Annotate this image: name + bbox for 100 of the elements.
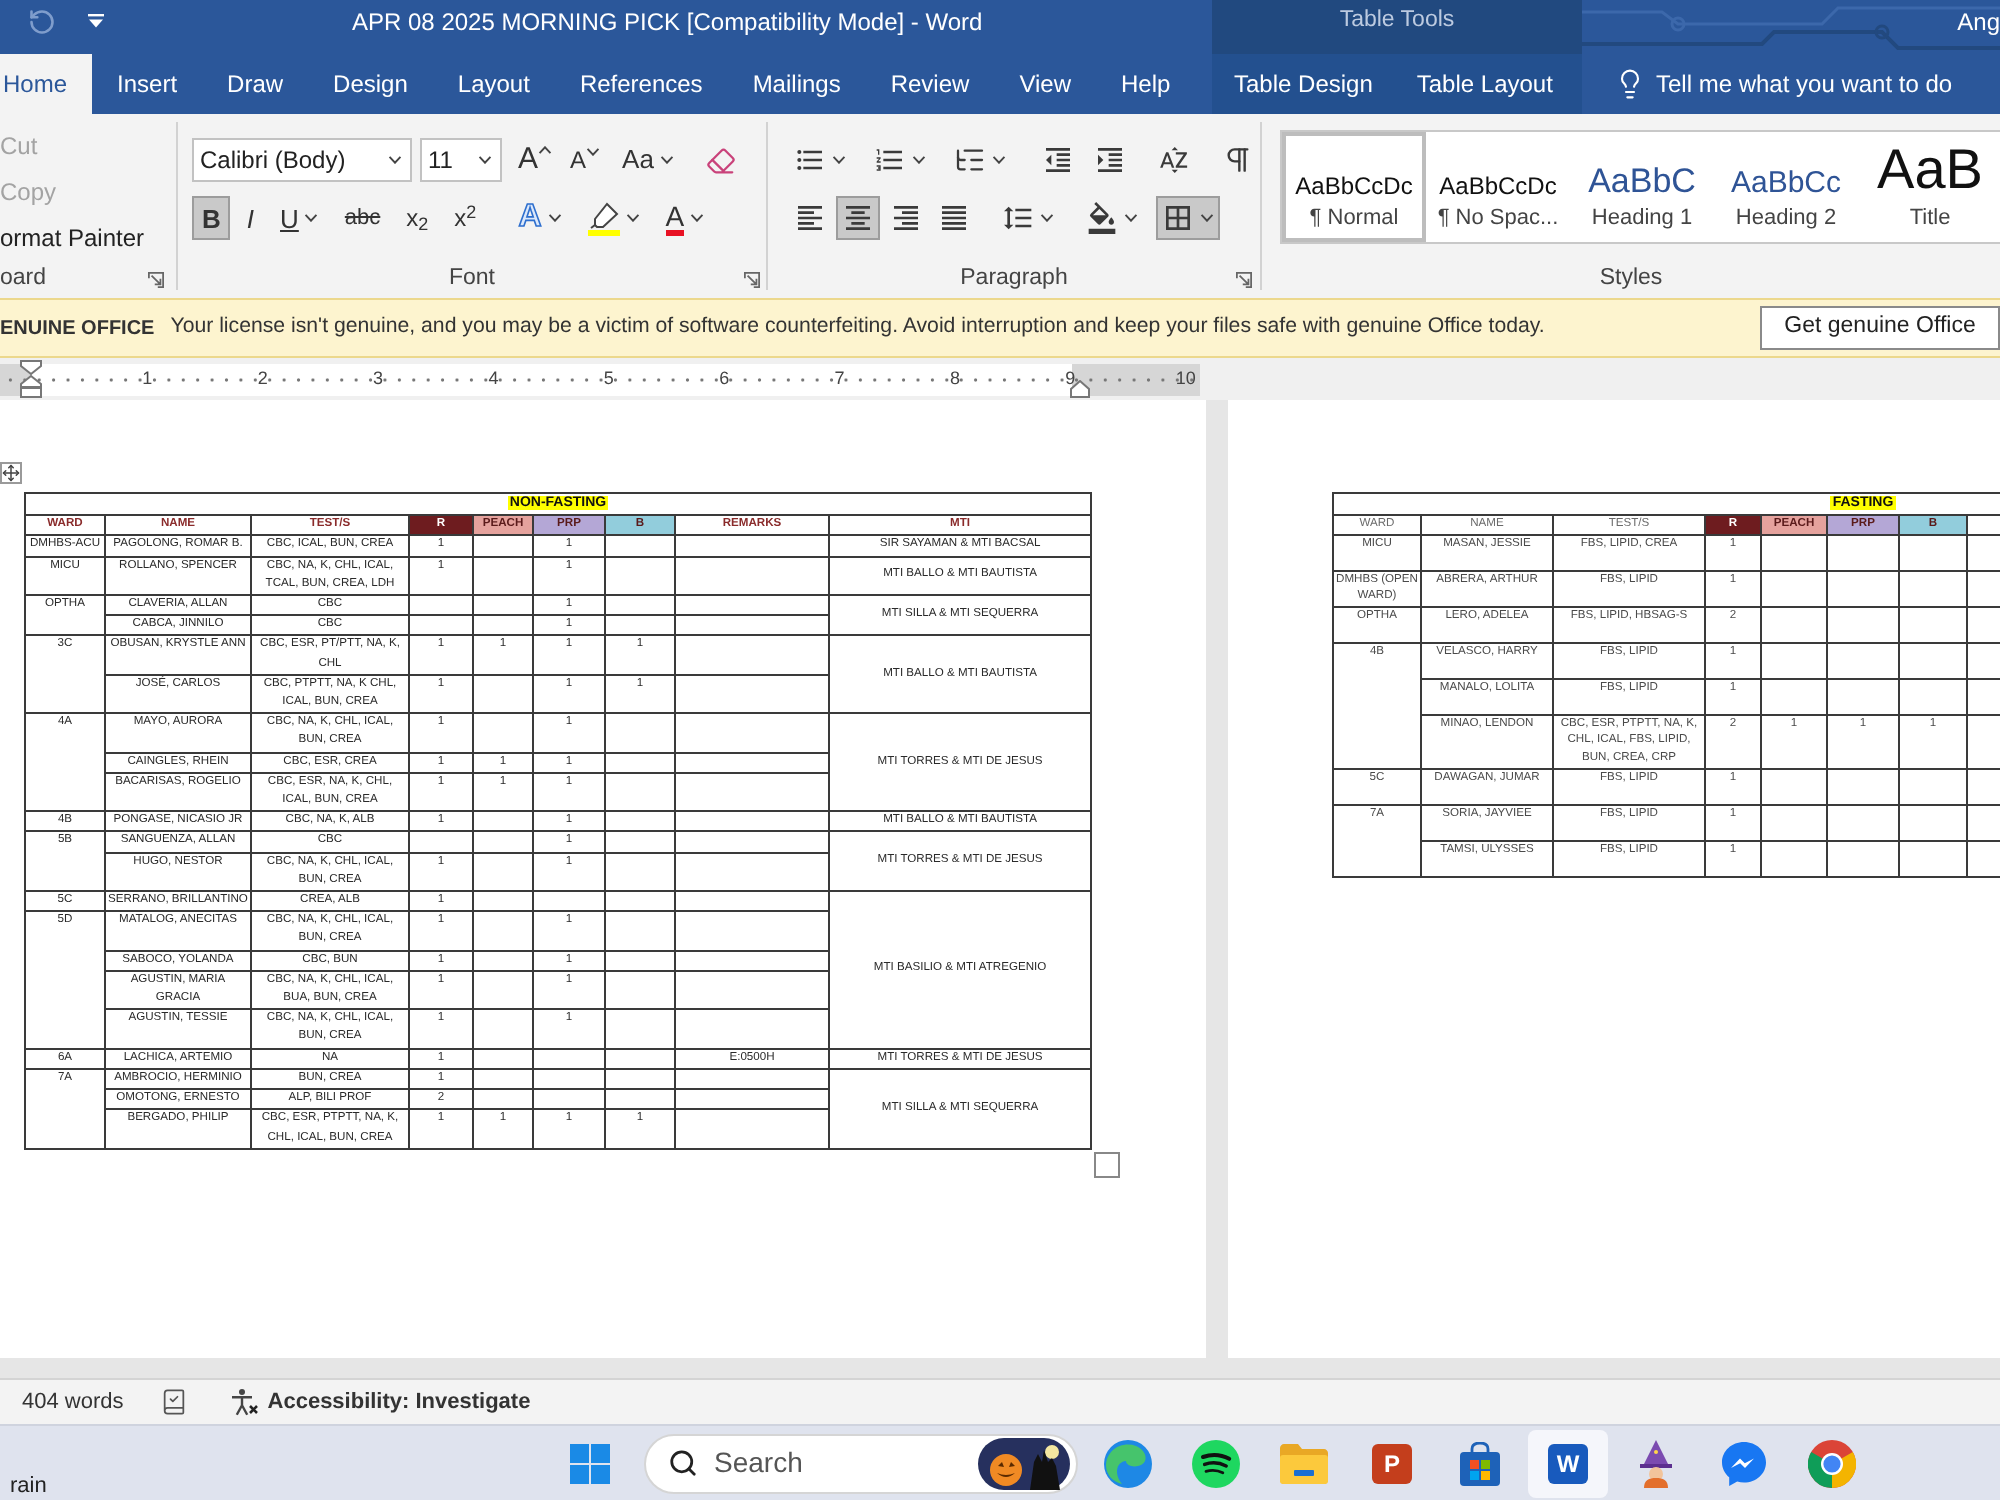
style-preview: AaBbCc <box>1730 164 1842 198</box>
style-preview: AaB <box>1877 136 1983 198</box>
caret-down-icon <box>659 156 674 164</box>
get-genuine-office-button[interactable]: Get genuine Office <box>1760 306 2000 350</box>
wizard-icon <box>1636 1439 1676 1487</box>
style-preview: AaBbCcDc <box>1439 170 1557 198</box>
weather-text[interactable]: rain <box>10 1474 47 1500</box>
dialog-launcher-icon[interactable] <box>1236 272 1252 288</box>
ribbon-tab[interactable]: Home <box>0 54 93 114</box>
font-size-combobox[interactable]: 11 <box>420 138 502 182</box>
four-squares-icon <box>570 1443 610 1483</box>
move-icon <box>2 464 20 482</box>
caret-up-icon <box>538 146 553 154</box>
grow-font-button[interactable]: A <box>518 138 553 182</box>
taskbar-app-button[interactable]: W <box>1528 1429 1608 1497</box>
caret-down-icon <box>690 214 705 222</box>
font-name-combobox[interactable]: Calibri (Body) <box>192 138 412 182</box>
ribbon-tab[interactable]: Mailings <box>727 54 866 114</box>
taskbar-app-button[interactable]: P <box>1352 1429 1432 1497</box>
style-preview: AaBbCcDc <box>1295 170 1413 198</box>
style-name: Heading 1 <box>1591 208 1693 230</box>
numbered-list-icon <box>874 144 906 176</box>
style-preview: AaBbC <box>1588 160 1696 198</box>
customize-menu-icon[interactable] <box>88 14 104 28</box>
caret-down-icon <box>547 214 562 222</box>
accessibility-button[interactable]: Accessibility: Investigate <box>229 1385 531 1419</box>
chat-bubble-icon <box>1720 1439 1768 1487</box>
contextual-tab-group-label: Table Tools <box>1339 9 1455 33</box>
window-title: APR 08 2025 MORNING PICK [Compatibility Mode] - Word <box>352 9 983 33</box>
style-name: Title <box>1909 208 1951 230</box>
accessibility-icon <box>229 1388 258 1416</box>
user-name[interactable]: Ang <box>1957 9 2000 33</box>
style-name: ¶ Normal <box>1309 208 1399 230</box>
pilcrow-icon <box>1222 144 1254 176</box>
dialog-launcher-icon[interactable] <box>744 272 760 288</box>
proofing-icon[interactable] <box>159 1388 188 1416</box>
caret-down-icon <box>1124 214 1138 222</box>
bulleted-list-icon <box>794 144 826 176</box>
ribbon-tab[interactable]: Review <box>865 54 995 114</box>
folder-icon <box>1280 1443 1328 1483</box>
ribbon-tab[interactable]: References <box>554 54 728 114</box>
left-indent-marker[interactable] <box>20 359 42 397</box>
borders-icon <box>1162 202 1194 234</box>
tree-list-icon <box>954 144 986 176</box>
ribbon-tab[interactable]: Help <box>1095 54 1196 114</box>
eraser-icon <box>705 145 736 175</box>
horizontal-ruler[interactable]: 1 2 3 4 5 6 7 8 9 10 <box>0 363 1200 395</box>
italic-button[interactable]: I <box>236 196 265 240</box>
license-warning-message: Your license isn't genuine, and you may be a victim of software counterfeiting. Avoid interruption and keep your files safe with genuine Office today. <box>170 312 1545 343</box>
highlighter-icon <box>587 201 620 235</box>
search-button[interactable]: Search <box>644 1433 1078 1493</box>
table-move-handle[interactable] <box>0 462 22 484</box>
pumpkin-picture <box>978 1437 1070 1489</box>
ribbon-tab[interactable]: View <box>994 54 1096 114</box>
style-gallery-item[interactable]: AaB Title <box>1858 132 2000 242</box>
style-gallery-item[interactable]: AaBbCc Heading 2 <box>1714 132 1858 242</box>
change-case-button[interactable]: Aa <box>622 138 674 182</box>
caret-down-icon <box>625 214 640 222</box>
style-gallery-item[interactable]: AaBbC Heading 1 <box>1570 132 1714 242</box>
borders-button[interactable] <box>1156 196 1220 240</box>
caret-down-icon <box>478 156 492 164</box>
center-button[interactable] <box>836 196 880 240</box>
style-gallery-item[interactable]: AaBbCcDc ¶ No Spac... <box>1426 132 1570 242</box>
superscript-button[interactable]: x$^{2}$ <box>444 196 487 240</box>
style-gallery-item[interactable]: AaBbCcDc ¶ Normal <box>1282 132 1426 242</box>
shrink-font-button[interactable]: A <box>570 138 601 182</box>
sort-icon <box>1158 144 1190 176</box>
clipboard-command[interactable]: ormat Painter <box>0 214 145 260</box>
underline-button[interactable]: U <box>270 196 329 240</box>
undo-icon[interactable] <box>28 7 56 35</box>
ribbon-tab[interactable]: Design <box>308 54 433 114</box>
strikethrough-button[interactable]: abc <box>334 196 391 240</box>
caret-down-icon <box>388 156 402 164</box>
ribbon-tab[interactable]: Layout <box>432 54 555 114</box>
ribbon-tab[interactable]: Insert <box>92 54 203 114</box>
style-name: Heading 2 <box>1735 208 1837 230</box>
ribbon-tab[interactable]: Table Layout <box>1394 54 1575 114</box>
ruler-number: 6 <box>719 370 730 388</box>
group-label: Paragraph <box>960 268 1068 292</box>
subscript-button[interactable]: x$_{2}$ <box>396 196 439 240</box>
ruler-number: 7 <box>834 370 845 388</box>
group-label: Font <box>448 268 495 292</box>
table-resize-handle[interactable] <box>1094 1151 1120 1178</box>
group-label: oard <box>0 268 47 292</box>
tell-me-search[interactable]: Tell me what you want to do <box>1582 54 1953 114</box>
ribbon-tab[interactable]: Draw <box>202 54 309 114</box>
ruler-number: 3 <box>373 370 384 388</box>
ruler-number: 10 <box>1175 370 1196 388</box>
shopping-bag-icon <box>1458 1441 1502 1485</box>
font-color-button[interactable]: A <box>655 196 715 240</box>
dialog-launcher-icon[interactable] <box>148 272 164 288</box>
caret-down-icon <box>586 148 601 156</box>
segmented-circle-icon <box>1808 1439 1856 1487</box>
bold-button[interactable]: B <box>192 196 231 240</box>
decrease-indent-icon <box>1042 144 1074 176</box>
word-count[interactable]: 404 words <box>22 1385 124 1419</box>
ribbon-tab[interactable]: Table Design <box>1212 54 1395 114</box>
justify-icon <box>938 202 970 234</box>
group-label: Styles <box>1599 268 1663 292</box>
ruler-number: 8 <box>950 370 960 388</box>
